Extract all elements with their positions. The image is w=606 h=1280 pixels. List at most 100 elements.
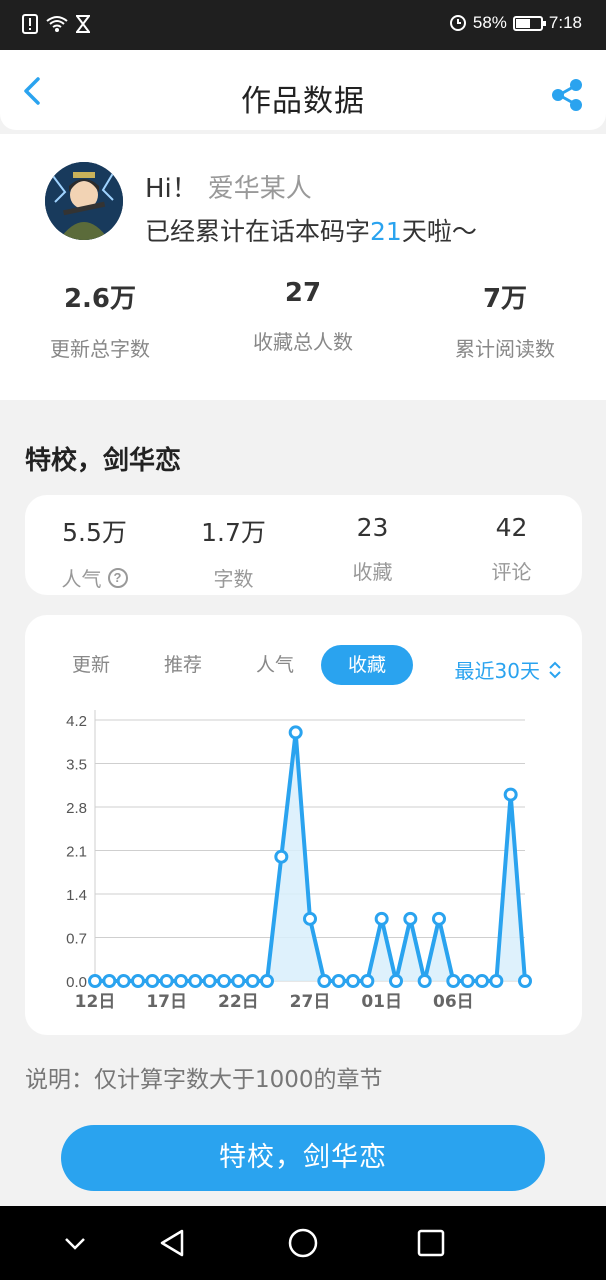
writing-days-line: 已经累计在话本码字21天啦～ xyxy=(145,212,477,248)
note-text: 说明：仅计算字数大于1000的章节 xyxy=(25,1067,383,1093)
stat-label: 人气 xyxy=(61,567,102,591)
stat-label-row: 人气 ? xyxy=(25,563,164,592)
data-point xyxy=(518,974,532,988)
y-tick-label: 3.5 xyxy=(66,757,87,774)
x-tick-label: 06日 xyxy=(433,992,474,1012)
work-title: 特校，剑华恋 xyxy=(25,446,182,476)
battery-percent: 58% xyxy=(472,13,507,32)
chevron-down-icon xyxy=(65,1238,85,1250)
share-button[interactable] xyxy=(550,78,584,112)
data-point xyxy=(145,974,160,988)
stat-value: 1.7万 xyxy=(201,518,266,547)
stat-value: 23 xyxy=(356,513,389,542)
data-point xyxy=(432,911,446,926)
nav-back-button[interactable] xyxy=(156,1226,190,1260)
data-point xyxy=(403,911,418,926)
stat-value: 42 xyxy=(495,513,528,542)
days-prefix: 已经累计在话本码字 xyxy=(145,217,371,246)
data-point xyxy=(317,974,332,988)
data-point xyxy=(217,974,231,988)
days-suffix: 天啦～ xyxy=(401,217,477,246)
data-point xyxy=(116,974,131,988)
alert-icon xyxy=(22,14,38,34)
data-point xyxy=(446,974,461,988)
chart-card: 更新 推荐 人气 收藏 最近30天 0.0 0.7 1.4 2.1 2.8 3.5 4.2 1… xyxy=(25,615,582,1035)
tab-popularity[interactable]: 人气 xyxy=(229,645,321,685)
favorites-chart: 0.0 0.7 1.4 2.1 2.8 3.5 4.2 12日 17日 22日 27日 01日 06日 xyxy=(66,710,532,1012)
stat-total-favorites: 27 收藏总人数 xyxy=(203,278,403,355)
help-icon[interactable]: ? xyxy=(107,567,128,588)
stat-label: 累计阅读数 xyxy=(455,337,555,361)
range-label: 最近30天 xyxy=(454,659,540,683)
stat-value: 27 xyxy=(284,278,322,308)
data-point xyxy=(374,911,389,926)
status-icons-right: 58% 7:18 xyxy=(449,13,582,33)
data-point xyxy=(174,974,188,988)
data-point xyxy=(360,974,375,988)
status-icons-left xyxy=(22,14,90,34)
data-point xyxy=(460,974,475,988)
y-tick-label: 0.0 xyxy=(66,974,87,991)
data-point xyxy=(231,974,246,988)
stat-total-words: 2.6万 更新总字数 xyxy=(0,278,200,362)
data-point xyxy=(159,974,174,988)
work-stat-comments: 42 评论 xyxy=(442,513,581,585)
data-point xyxy=(346,974,360,988)
nav-home-button[interactable] xyxy=(286,1226,320,1260)
chevron-up-down-icon xyxy=(549,661,561,678)
tab-favorites[interactable]: 收藏 xyxy=(321,645,413,685)
data-point xyxy=(475,974,489,988)
wifi-icon xyxy=(46,16,68,32)
work-stat-favorites: 23 收藏 xyxy=(303,513,442,585)
work-button[interactable]: 特校，剑华恋 xyxy=(61,1125,545,1191)
work-stats-card: 5.5万 人气 ? 1.7万 字数 23 收藏 42 评论 xyxy=(25,495,582,595)
data-point xyxy=(331,974,346,988)
data-point xyxy=(245,974,260,988)
hourglass-icon xyxy=(76,15,90,33)
y-tick-label: 1.4 xyxy=(66,887,87,904)
data-point xyxy=(260,974,274,988)
range-select[interactable]: 最近30天 xyxy=(455,655,562,684)
data-point xyxy=(202,974,217,988)
stat-value: 7万 xyxy=(482,284,528,314)
stat-value: 2.6万 xyxy=(63,284,137,314)
stat-label: 更新总字数 xyxy=(50,337,150,361)
data-point xyxy=(389,974,403,988)
x-tick-label: 17日 xyxy=(146,992,187,1012)
greeting-text: Hi！ xyxy=(145,174,198,204)
data-point xyxy=(489,974,504,988)
data-point xyxy=(417,974,432,988)
share-icon xyxy=(552,79,582,111)
collapse-nav-button[interactable] xyxy=(58,1226,92,1260)
work-stat-popularity: 5.5万 人气 ? xyxy=(25,513,164,592)
page-title: 作品数据 xyxy=(241,84,365,119)
y-tick-label: 2.1 xyxy=(66,844,87,861)
avatar[interactable] xyxy=(45,162,123,240)
clock: 7:18 xyxy=(548,13,582,32)
stat-label: 字数 xyxy=(213,567,254,591)
stat-value: 5.5万 xyxy=(62,518,127,547)
x-tick-label: 12日 xyxy=(75,992,116,1012)
y-tick-label: 0.7 xyxy=(66,931,87,948)
series-area xyxy=(95,732,525,981)
nav-recents-button[interactable] xyxy=(414,1226,448,1260)
profile-card: Hi！ 爱华某人 已经累计在话本码字21天啦～ 2.6万 更新总字数 27 收藏总… xyxy=(0,134,606,400)
tab-recommend[interactable]: 推荐 xyxy=(137,645,229,685)
x-tick-label: 27日 xyxy=(290,992,331,1012)
y-tick-label: 4.2 xyxy=(66,713,87,730)
stat-label: 评论 xyxy=(491,560,532,584)
y-tick-label: 2.8 xyxy=(66,800,87,817)
data-point xyxy=(503,787,518,802)
stat-label: 收藏 xyxy=(352,560,393,584)
tab-updates[interactable]: 更新 xyxy=(45,645,137,685)
avatar-image xyxy=(45,162,123,240)
data-point xyxy=(88,974,102,988)
data-point xyxy=(131,974,145,988)
battery-icon xyxy=(512,15,546,31)
stat-total-reads: 7万 累计阅读数 xyxy=(405,278,605,362)
greeting-line: Hi！ 爱华某人 xyxy=(145,168,312,205)
x-tick-label: 22日 xyxy=(218,992,259,1012)
username: 爱华某人 xyxy=(207,174,312,204)
data-point xyxy=(188,974,203,988)
system-nav-bar xyxy=(0,1206,606,1280)
